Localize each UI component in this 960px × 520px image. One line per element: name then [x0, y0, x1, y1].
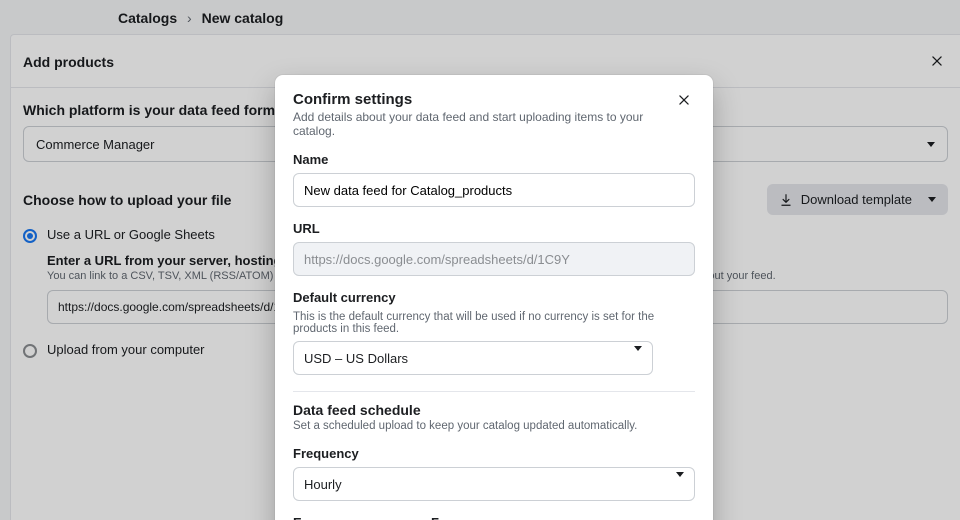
- frequency-label: Frequency: [293, 446, 695, 461]
- currency-select-value: USD – US Dollars: [304, 351, 408, 366]
- modal-subtitle: Add details about your data feed and sta…: [293, 110, 673, 138]
- frequency-select[interactable]: Hourly: [293, 467, 695, 501]
- currency-label: Default currency: [293, 290, 695, 305]
- url-label: URL: [293, 221, 695, 236]
- confirm-settings-modal: Confirm settings Add details about your …: [275, 75, 713, 520]
- chevron-down-icon: [676, 477, 684, 492]
- divider: [293, 391, 695, 392]
- name-label: Name: [293, 152, 695, 167]
- currency-help: This is the default currency that will b…: [293, 311, 695, 335]
- schedule-help: Set a scheduled upload to keep your cata…: [293, 420, 695, 432]
- close-icon[interactable]: [673, 91, 695, 113]
- frequency-select-value: Hourly: [304, 477, 342, 492]
- schedule-title: Data feed schedule: [293, 402, 695, 418]
- modal-title: Confirm settings: [293, 91, 673, 108]
- currency-select[interactable]: USD – US Dollars: [293, 341, 653, 375]
- every-label: Every: [293, 515, 421, 520]
- feed-url-readonly: [293, 242, 695, 276]
- from-label: From: [431, 515, 695, 520]
- feed-name-input[interactable]: [293, 173, 695, 207]
- chevron-down-icon: [634, 351, 642, 366]
